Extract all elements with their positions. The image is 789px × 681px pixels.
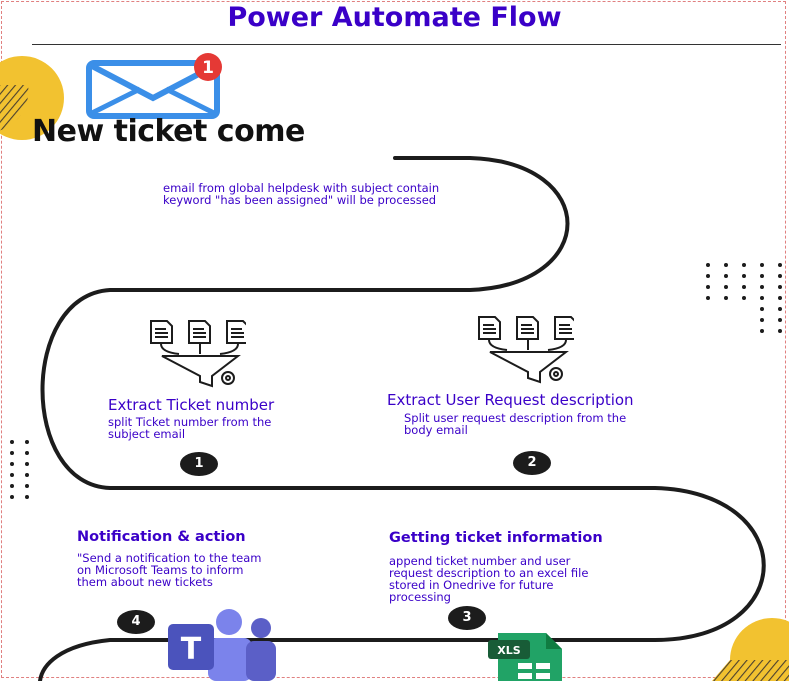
- notification-badge: 1: [194, 53, 222, 81]
- xls-label: XLS: [497, 644, 520, 657]
- step-number-1: 1: [180, 452, 218, 476]
- funnel-documents-icon: [150, 320, 246, 388]
- teams-letter: T: [181, 632, 202, 667]
- step-3-title: Getting ticket information: [389, 530, 603, 546]
- step-2-description: Split user request description from the …: [404, 411, 627, 437]
- trigger-description: email from global helpdesk with subject …: [163, 181, 440, 207]
- excel-xls-icon: XLS: [488, 633, 562, 681]
- title-divider: [32, 44, 781, 45]
- step-number-3: 3: [448, 606, 486, 630]
- dot-grid-left: [10, 440, 29, 499]
- dot-grid-right: [706, 263, 782, 333]
- step-4-description: "Send a notification to the team on Micr…: [77, 551, 262, 589]
- mail-icon: 1: [86, 53, 222, 119]
- funnel-documents-icon: [478, 316, 574, 384]
- trigger-headline: New ticket come: [32, 114, 305, 149]
- step-1-title: Extract Ticket number: [108, 396, 275, 414]
- step-number-2: 2: [513, 451, 551, 475]
- step-2-title: Extract User Request description: [387, 391, 634, 409]
- step-1-description: split Ticket number from the subject ema…: [108, 415, 272, 441]
- page-title: Power Automate Flow: [227, 2, 562, 33]
- step-number-4: 4: [117, 610, 155, 634]
- badge-count: 1: [202, 58, 214, 78]
- teams-icon: T: [168, 609, 276, 681]
- step-3-description: append ticket number and user request de…: [389, 554, 589, 604]
- step-4-title: Notification & action: [77, 529, 246, 545]
